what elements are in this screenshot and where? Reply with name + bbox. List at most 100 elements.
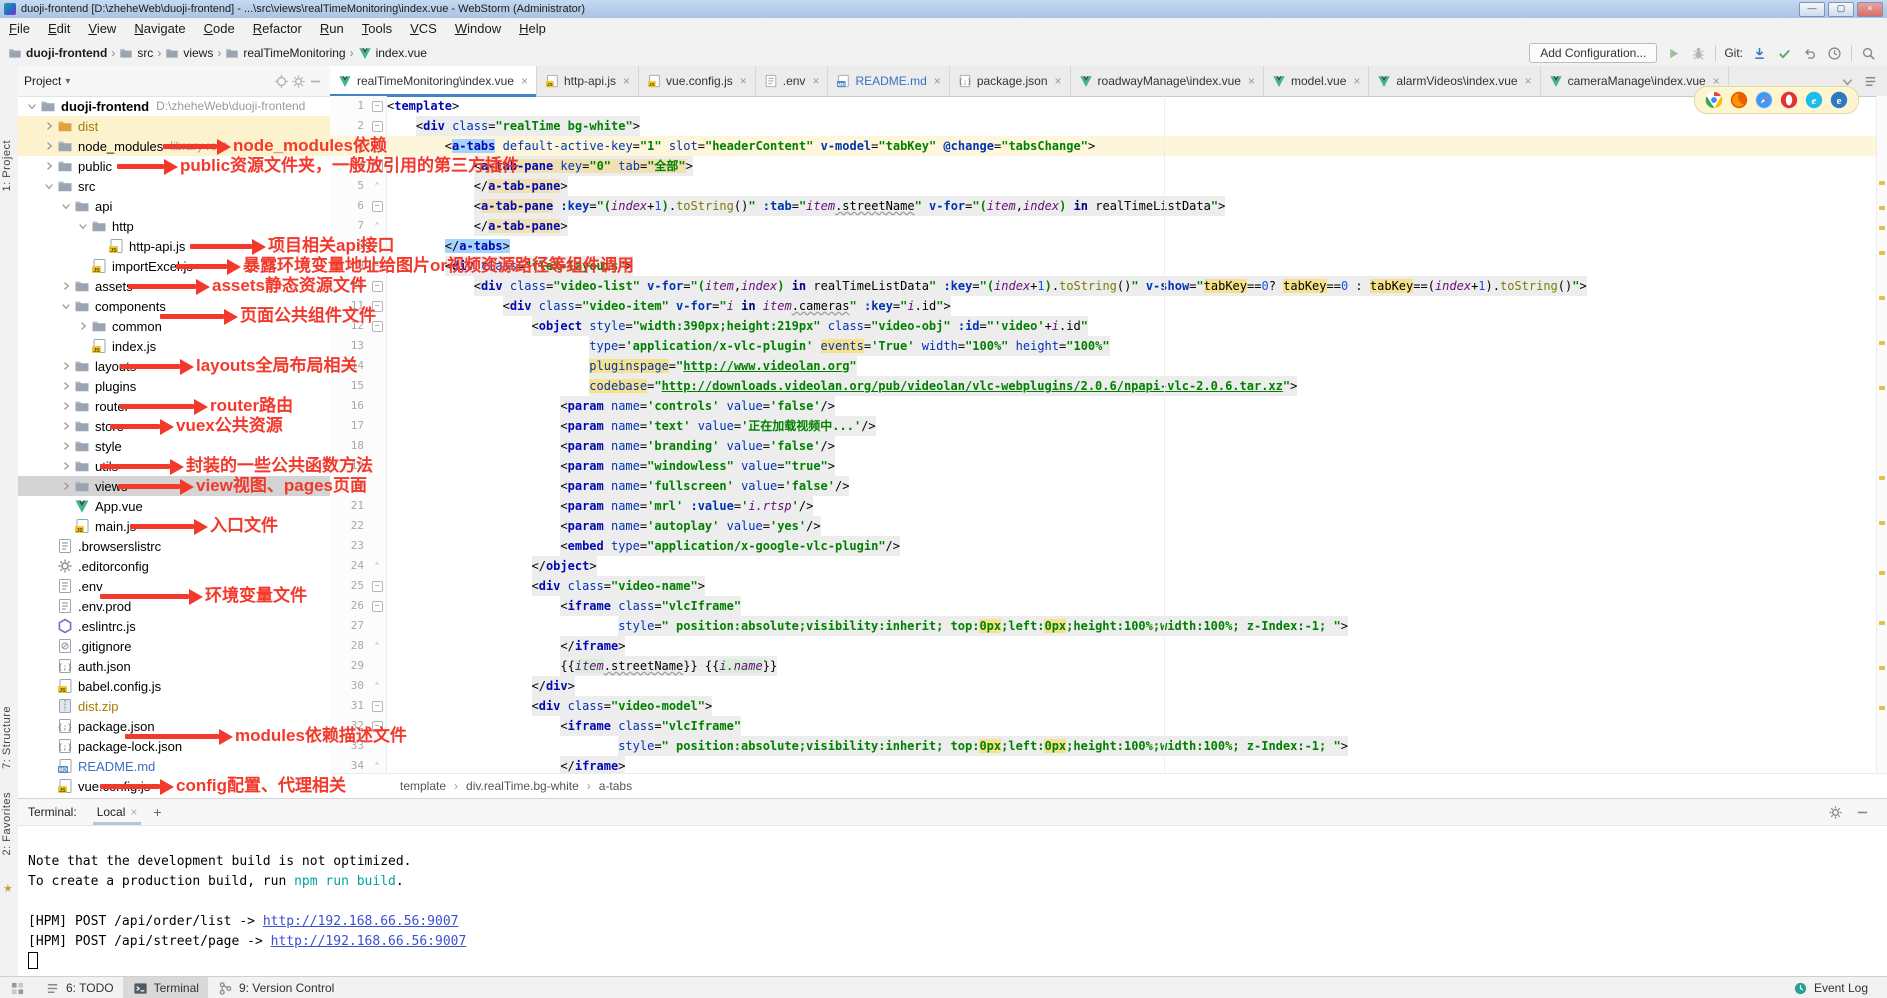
warning-stripe-mark[interactable]	[1879, 226, 1885, 230]
edge-browser-icon[interactable]: e	[1830, 91, 1848, 109]
fold-marker[interactable]: ⌃	[368, 636, 387, 656]
terminal-link[interactable]: http://192.168.66.56:9007	[263, 914, 459, 929]
terminal-link[interactable]: http://192.168.66.56:9007	[271, 934, 467, 949]
error-stripe[interactable]	[1876, 96, 1887, 778]
tool-window-button-project[interactable]: 1: Project	[1, 140, 13, 191]
minimize-button[interactable]: —	[1799, 2, 1825, 17]
fold-marker[interactable]: −	[368, 156, 387, 176]
tree-item-babel.config.js[interactable]: JSbabel.config.js	[18, 676, 330, 696]
warning-stripe-mark[interactable]	[1879, 521, 1885, 525]
fold-marker[interactable]: −	[368, 316, 387, 336]
tree-item-.editorconfig[interactable]: .editorconfig	[18, 556, 330, 576]
tab-list-icon[interactable]	[1862, 73, 1879, 90]
warning-stripe-mark[interactable]	[1879, 666, 1885, 670]
gitdown-icon[interactable]	[1751, 45, 1768, 62]
fold-marker[interactable]: ⌃	[368, 676, 387, 696]
breadcrumb-item-duoji-frontend[interactable]: duoji-frontend	[8, 46, 107, 60]
close-icon[interactable]: ×	[1248, 74, 1255, 88]
chevron-down-icon[interactable]	[41, 178, 57, 194]
opera-browser-icon[interactable]	[1780, 91, 1798, 109]
tree-item-plugins[interactable]: plugins	[18, 376, 330, 396]
fold-marker[interactable]: −	[368, 196, 387, 216]
tree-item-common[interactable]: common	[18, 316, 330, 336]
tree-item-.env[interactable]: .env	[18, 576, 330, 596]
warning-stripe-mark[interactable]	[1879, 706, 1885, 710]
ie-browser-icon[interactable]: e	[1805, 91, 1823, 109]
fold-marker[interactable]: ⌃	[368, 556, 387, 576]
fold-marker[interactable]: ⌃	[368, 236, 387, 256]
menu-edit[interactable]: Edit	[39, 18, 79, 40]
check-icon[interactable]	[1776, 45, 1793, 62]
statusbar-6-todo[interactable]: 6: TODO	[35, 977, 123, 998]
warning-stripe-mark[interactable]	[1879, 571, 1885, 575]
terminal-output[interactable]: Note that the development build is not o…	[18, 826, 1887, 972]
chevron-right-icon[interactable]	[58, 358, 74, 374]
terminal-settings-gear-icon[interactable]	[1827, 804, 1844, 821]
editor-tab-.env[interactable]: .env×	[756, 66, 829, 96]
chevron-right-icon[interactable]	[58, 478, 74, 494]
chevron-right-icon[interactable]	[41, 118, 57, 134]
new-terminal-button[interactable]: +	[153, 804, 161, 820]
code-editor[interactable]: 1−<template>2− <div class="realTime bg-w…	[330, 96, 1887, 778]
chevron-down-icon[interactable]	[24, 98, 40, 114]
menu-refactor[interactable]: Refactor	[244, 18, 311, 40]
statusbar-terminal[interactable]: Terminal	[123, 977, 208, 998]
tree-item-.env.prod[interactable]: .env.prod	[18, 596, 330, 616]
breadcrumb-item-realTimeMonitoring[interactable]: realTimeMonitoring	[225, 46, 345, 60]
locate-file-icon[interactable]	[273, 73, 290, 90]
warning-stripe-mark[interactable]	[1879, 341, 1885, 345]
tree-item-importExcel.js[interactable]: JSimportExcel.js	[18, 256, 330, 276]
tree-item-package-lock.json[interactable]: {;}package-lock.json	[18, 736, 330, 756]
menu-vcs[interactable]: VCS	[401, 18, 446, 40]
close-icon[interactable]: ×	[740, 74, 747, 88]
warning-stripe-mark[interactable]	[1879, 296, 1885, 300]
fold-marker[interactable]: −	[368, 96, 387, 116]
editor-breadcrumb-item[interactable]: a-tabs	[599, 779, 632, 793]
chevron-down-icon[interactable]	[75, 218, 91, 234]
chrome-browser-icon[interactable]	[1705, 91, 1723, 109]
warning-stripe-mark[interactable]	[1879, 251, 1885, 255]
tree-item-.eslintrc.js[interactable]: .eslintrc.js	[18, 616, 330, 636]
breadcrumb-item-src[interactable]: src	[119, 46, 153, 60]
chevron-down-icon[interactable]	[58, 298, 74, 314]
tree-item-dist.zip[interactable]: dist.zip	[18, 696, 330, 716]
warning-stripe-mark[interactable]	[1879, 181, 1885, 185]
fold-marker[interactable]: −	[368, 256, 387, 276]
fold-marker[interactable]: −	[368, 136, 387, 156]
statusbar-menu[interactable]	[0, 977, 35, 998]
chevron-right-icon[interactable]	[58, 378, 74, 394]
chevron-down-icon[interactable]	[58, 198, 74, 214]
fold-marker[interactable]: ⌃	[368, 216, 387, 236]
fold-marker[interactable]: −	[368, 696, 387, 716]
editor-tab-realTimeMonitoring\index.vue[interactable]: realTimeMonitoring\index.vue×	[330, 66, 537, 96]
play-icon[interactable]	[1665, 45, 1682, 62]
close-icon[interactable]: ×	[130, 805, 137, 819]
warning-stripe-mark[interactable]	[1879, 621, 1885, 625]
tree-item-dist[interactable]: dist	[18, 116, 330, 136]
editor-tab-vue.config.js[interactable]: JSvue.config.js×	[639, 66, 756, 96]
add-configuration-button[interactable]: Add Configuration...	[1529, 43, 1657, 63]
fold-marker[interactable]: −	[368, 576, 387, 596]
chevron-right-icon[interactable]	[41, 158, 57, 174]
tree-item-http-api.js[interactable]: JShttp-api.js	[18, 236, 330, 256]
editor-tab-model.vue[interactable]: model.vue×	[1264, 66, 1369, 96]
tree-item-.gitignore[interactable]: .gitignore	[18, 636, 330, 656]
editor-tab-http-api.js[interactable]: JShttp-api.js×	[537, 66, 639, 96]
menu-code[interactable]: Code	[195, 18, 244, 40]
tool-window-button-structure[interactable]: 7: Structure	[1, 706, 13, 769]
tree-item-App.vue[interactable]: App.vue	[18, 496, 330, 516]
close-button[interactable]: ×	[1857, 2, 1883, 17]
editor-breadcrumb-item[interactable]: template	[400, 779, 446, 793]
editor-breadcrumb-item[interactable]: div.realTime.bg-white	[466, 779, 579, 793]
editor-tab-alarmVideos\index.vue[interactable]: alarmVideos\index.vue×	[1369, 66, 1540, 96]
tree-item-store[interactable]: store	[18, 416, 330, 436]
close-icon[interactable]: ×	[812, 74, 819, 88]
statusbar-9-version-control[interactable]: 9: Version Control	[208, 977, 343, 998]
terminal-tab-local[interactable]: Local×	[91, 799, 144, 825]
fold-marker[interactable]: −	[368, 296, 387, 316]
close-icon[interactable]: ×	[623, 74, 630, 88]
tree-item-index.js[interactable]: JSindex.js	[18, 336, 330, 356]
safari-browser-icon[interactable]	[1755, 91, 1773, 109]
tree-item-README.md[interactable]: MDREADME.md	[18, 756, 330, 776]
tree-item-style[interactable]: style	[18, 436, 330, 456]
